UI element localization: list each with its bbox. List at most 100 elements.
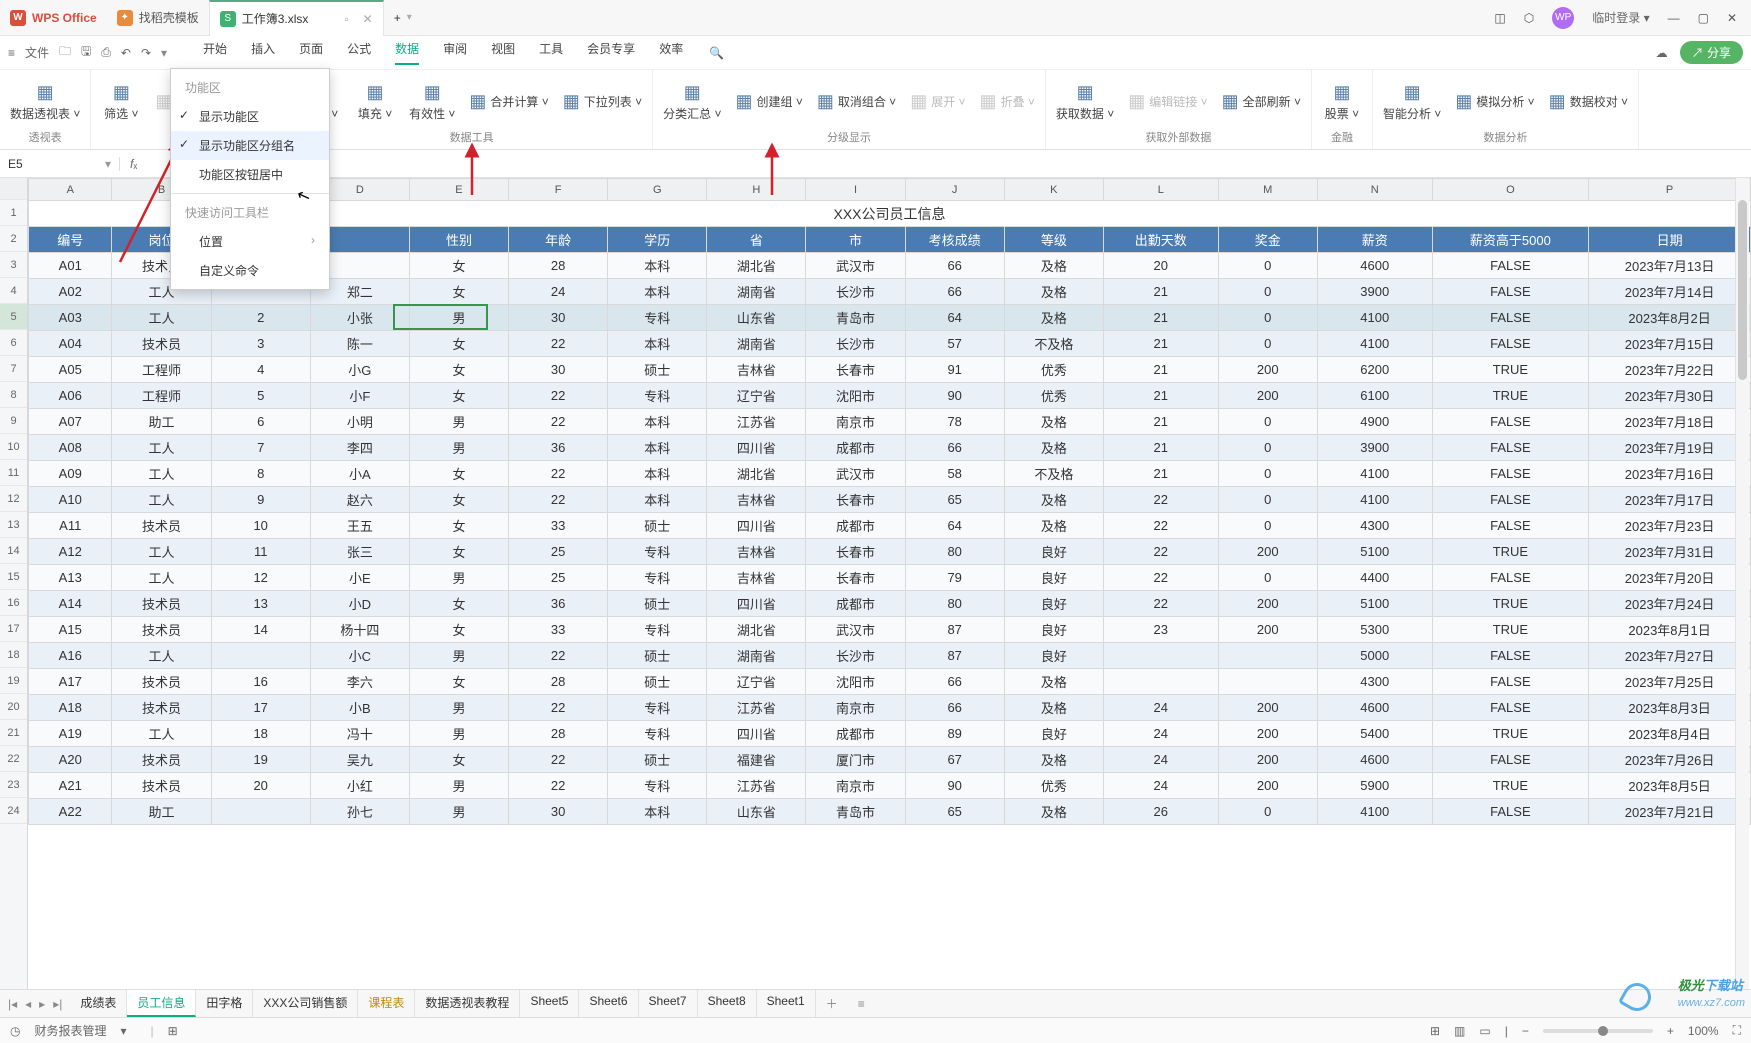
table-cell[interactable]: 男	[409, 409, 508, 435]
table-cell[interactable]: A07	[29, 409, 112, 435]
table-cell[interactable]: A13	[29, 565, 112, 591]
table-header-cell[interactable]: 性别	[409, 227, 508, 253]
table-cell[interactable]: 22	[1103, 487, 1218, 513]
table-cell[interactable]: TRUE	[1432, 383, 1589, 409]
ribbon-全部刷新[interactable]: ▦全部刷新 ˅	[1222, 91, 1301, 112]
table-cell[interactable]: 2023年7月17日	[1589, 487, 1751, 513]
zoom-level[interactable]: 100%	[1688, 1024, 1719, 1038]
ribbon-创建组[interactable]: ▦创建组 ˅	[735, 91, 802, 112]
row-header[interactable]: 15	[0, 564, 27, 590]
table-cell[interactable]: 及格	[1004, 695, 1103, 721]
table-cell[interactable]: 工人	[112, 721, 211, 747]
table-cell[interactable]: 24	[1103, 721, 1218, 747]
table-header-cell[interactable]: 学历	[608, 227, 707, 253]
table-cell[interactable]: 0	[1218, 409, 1317, 435]
table-header-cell[interactable]: 编号	[29, 227, 112, 253]
table-cell[interactable]: 女	[409, 253, 508, 279]
popup-item-位置[interactable]: 位置›	[171, 227, 329, 256]
table-cell[interactable]: 青岛市	[806, 799, 905, 825]
table-cell[interactable]: 4600	[1317, 747, 1432, 773]
row-header[interactable]: 21	[0, 720, 27, 746]
table-cell[interactable]: A12	[29, 539, 112, 565]
table-cell[interactable]: 小G	[310, 357, 409, 383]
row-header[interactable]: 23	[0, 772, 27, 798]
minimize-button[interactable]: —	[1668, 11, 1680, 25]
chevron-down-icon[interactable]: ▾	[121, 1024, 127, 1038]
table-cell[interactable]: 3900	[1317, 435, 1432, 461]
popup-item-显示功能区[interactable]: 显示功能区	[171, 102, 329, 131]
zoom-slider[interactable]	[1543, 1029, 1653, 1033]
table-cell[interactable]: 长春市	[806, 565, 905, 591]
cloud-icon[interactable]: ☁	[1656, 46, 1668, 60]
table-cell[interactable]: 女	[409, 669, 508, 695]
table-cell[interactable]: 男	[409, 565, 508, 591]
table-cell[interactable]: 武汉市	[806, 253, 905, 279]
table-cell[interactable]: 2023年7月13日	[1589, 253, 1751, 279]
table-cell[interactable]: FALSE	[1432, 331, 1589, 357]
menu-tab-会员专享[interactable]: 会员专享	[587, 40, 635, 65]
table-cell[interactable]: 硕士	[608, 669, 707, 695]
table-cell[interactable]: 不及格	[1004, 331, 1103, 357]
row-header[interactable]: 20	[0, 694, 27, 720]
table-cell[interactable]: 10	[211, 513, 310, 539]
row-header[interactable]: 14	[0, 538, 27, 564]
table-cell[interactable]: 专科	[608, 773, 707, 799]
table-cell[interactable]: 男	[409, 773, 508, 799]
new-tab-button[interactable]: + ▾	[384, 0, 422, 36]
table-cell[interactable]: A16	[29, 643, 112, 669]
table-cell[interactable]: 沈阳市	[806, 669, 905, 695]
table-cell[interactable]: 杨十四	[310, 617, 409, 643]
table-cell[interactable]: 技术员	[112, 617, 211, 643]
table-cell[interactable]	[1103, 643, 1218, 669]
table-cell[interactable]: 3	[211, 331, 310, 357]
table-cell[interactable]: 200	[1218, 773, 1317, 799]
table-cell[interactable]: 良好	[1004, 617, 1103, 643]
chevron-down-icon[interactable]: ▾	[407, 12, 412, 23]
table-cell[interactable]: 21	[1103, 305, 1218, 331]
table-cell[interactable]: 本科	[608, 461, 707, 487]
share-button[interactable]: ↗ 分享	[1680, 41, 1743, 64]
table-cell[interactable]: FALSE	[1432, 461, 1589, 487]
table-cell[interactable]: 20	[1103, 253, 1218, 279]
row-header[interactable]: 19	[0, 668, 27, 694]
table-cell[interactable]: 孙七	[310, 799, 409, 825]
table-cell[interactable]: 0	[1218, 799, 1317, 825]
table-cell[interactable]: FALSE	[1432, 305, 1589, 331]
file-tab[interactable]: S 工作簿3.xlsx ▫ ✕	[209, 0, 384, 36]
search-icon[interactable]: 🔍	[709, 46, 724, 60]
table-cell[interactable]: 4400	[1317, 565, 1432, 591]
ribbon-获取数据[interactable]: ▦获取数据 ˅	[1056, 82, 1114, 122]
table-cell[interactable]: 小A	[310, 461, 409, 487]
maximize-button[interactable]: ▢	[1698, 11, 1709, 25]
col-header[interactable]: F	[509, 179, 608, 201]
fullscreen-icon[interactable]: ⛶	[1733, 1023, 1741, 1038]
sheet-last-icon[interactable]: ▸|	[53, 997, 62, 1011]
table-cell[interactable]: 良好	[1004, 721, 1103, 747]
table-cell[interactable]: 李四	[310, 435, 409, 461]
select-all-corner[interactable]	[0, 178, 27, 200]
table-cell[interactable]: 0	[1218, 461, 1317, 487]
col-header[interactable]: J	[905, 179, 1004, 201]
table-cell[interactable]: 26	[1103, 799, 1218, 825]
table-cell[interactable]: 21	[1103, 357, 1218, 383]
table-cell[interactable]: FALSE	[1432, 565, 1589, 591]
table-cell[interactable]: 王五	[310, 513, 409, 539]
row-header[interactable]: 2	[0, 226, 27, 252]
table-cell[interactable]: 12	[211, 565, 310, 591]
table-cell[interactable]: 24	[1103, 695, 1218, 721]
table-cell[interactable]: 本科	[608, 487, 707, 513]
table-cell[interactable]: 优秀	[1004, 773, 1103, 799]
table-cell[interactable]: 吉林省	[707, 357, 806, 383]
table-cell[interactable]: 4100	[1317, 461, 1432, 487]
table-cell[interactable]: 助工	[112, 799, 211, 825]
row-header[interactable]: 11	[0, 460, 27, 486]
table-cell[interactable]: 28	[509, 721, 608, 747]
table-cell[interactable]: 女	[409, 357, 508, 383]
table-cell[interactable]: 5900	[1317, 773, 1432, 799]
table-cell[interactable]: TRUE	[1432, 721, 1589, 747]
sheet-tab-Sheet7[interactable]: Sheet7	[639, 990, 698, 1017]
table-cell[interactable]: 0	[1218, 565, 1317, 591]
table-cell[interactable]: 沈阳市	[806, 383, 905, 409]
table-cell[interactable]: 硕士	[608, 513, 707, 539]
table-cell[interactable]: 女	[409, 487, 508, 513]
